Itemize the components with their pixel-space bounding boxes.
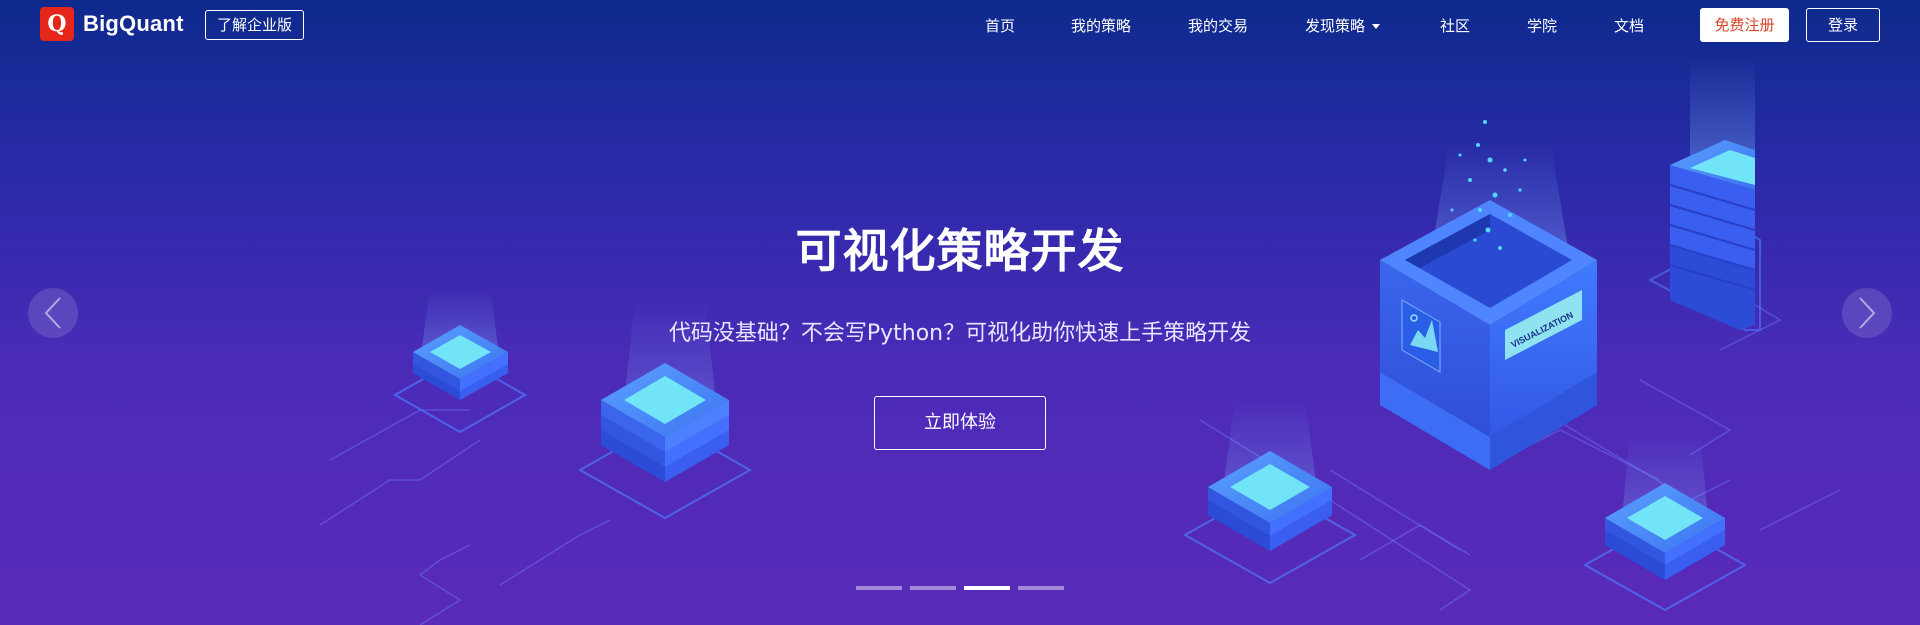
brand-name: BigQuant [83, 11, 184, 36]
server-stack-bottom-center [1182, 451, 1358, 585]
chevron-right-icon [1859, 297, 1876, 329]
nav-item-academy[interactable]: 学院 [1527, 15, 1557, 36]
nav-item-discover-strategies[interactable]: 发现策略 [1305, 15, 1381, 36]
login-button[interactable]: 登录 [1806, 8, 1880, 42]
carousel-dot[interactable] [856, 586, 902, 590]
enterprise-edition-button[interactable]: 了解企业版 [205, 10, 305, 40]
caret-down-icon [1372, 24, 1381, 29]
carousel-dot[interactable] [1018, 586, 1064, 590]
register-button[interactable]: 免费注册 [1700, 8, 1789, 42]
server-stack-medium [577, 363, 753, 520]
nav-item-home[interactable]: 首页 [985, 15, 1015, 36]
nav-item-my-strategies[interactable]: 我的策略 [1071, 15, 1131, 36]
carousel-dot-active[interactable] [964, 586, 1010, 590]
logo-mark-icon: Q [40, 7, 74, 41]
try-now-button[interactable]: 立即体验 [874, 396, 1046, 450]
hero-illustration: VISUALIZATION [319, 60, 1841, 625]
carousel-next-button[interactable] [1842, 288, 1892, 338]
chevron-left-icon [44, 297, 61, 329]
nav-item-docs[interactable]: 文档 [1614, 15, 1644, 36]
hero-title: 可视化策略开发 [795, 224, 1125, 278]
carousel-dot[interactable] [910, 586, 956, 590]
nav-item-my-trades[interactable]: 我的交易 [1188, 15, 1248, 36]
carousel-indicators [856, 586, 1072, 590]
carousel-prev-button[interactable] [28, 288, 78, 338]
nav-item-discover-label: 发现策略 [1305, 17, 1366, 35]
server-stack-bottom-right [1582, 483, 1748, 612]
top-navbar: Q BigQuant 了解企业版 首页 我的策略 我的交易 发现策略 社区 学院… [0, 0, 1920, 50]
nav-item-community[interactable]: 社区 [1440, 15, 1470, 36]
brand-logo[interactable]: Q BigQuant [40, 7, 184, 41]
hero-subtitle: 代码没基础？不会写Python？可视化助你快速上手策略开发 [668, 321, 1252, 346]
